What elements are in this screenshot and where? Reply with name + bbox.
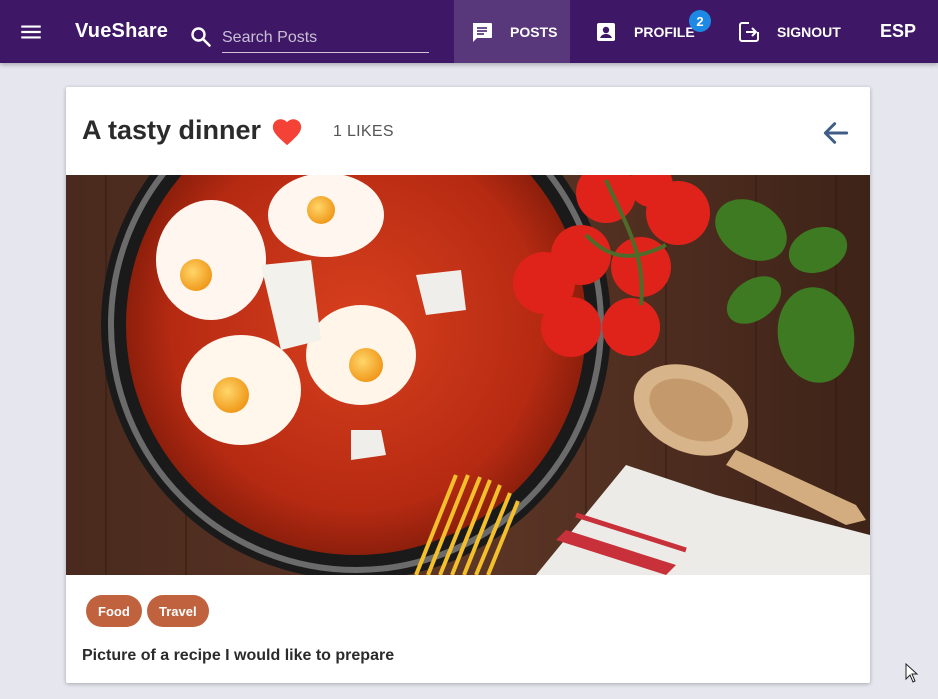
post-title: A tasty dinner (82, 115, 262, 145)
profile-badge: 2 (689, 10, 711, 32)
chat-icon (473, 22, 492, 42)
nav-signout-button[interactable]: SIGNOUT (737, 0, 841, 63)
heart-icon[interactable] (270, 115, 304, 149)
post-image (66, 175, 870, 575)
nav-signout-label: SIGNOUT (777, 23, 841, 40)
nav-profile-button[interactable]: PROFILE (594, 0, 695, 63)
post-card: A tasty dinner 1 LIKES Food Travel Pictu… (66, 87, 870, 683)
nav-profile-label: PROFILE (634, 23, 695, 40)
app-toolbar: VueShare POSTS PROFILE 2 SIGNOUT ESP (0, 0, 938, 63)
account-box-icon (597, 22, 615, 41)
hamburger-menu-icon[interactable] (18, 19, 44, 45)
arrow-left-icon[interactable] (820, 117, 852, 149)
nav-posts-button[interactable]: POSTS (454, 0, 570, 63)
likes-count: 1 LIKES (333, 123, 394, 140)
post-description: Picture of a recipe I would like to prep… (82, 647, 395, 664)
nav-posts-label: POSTS (510, 23, 558, 40)
tag-food[interactable]: Food (86, 595, 142, 627)
search-icon (191, 27, 211, 47)
language-toggle[interactable]: ESP (880, 0, 916, 63)
tag-travel[interactable]: Travel (147, 595, 209, 627)
mouse-cursor-icon (905, 663, 919, 683)
exit-icon (739, 21, 759, 42)
app-brand[interactable]: VueShare (75, 20, 168, 43)
search-input[interactable] (222, 24, 429, 53)
